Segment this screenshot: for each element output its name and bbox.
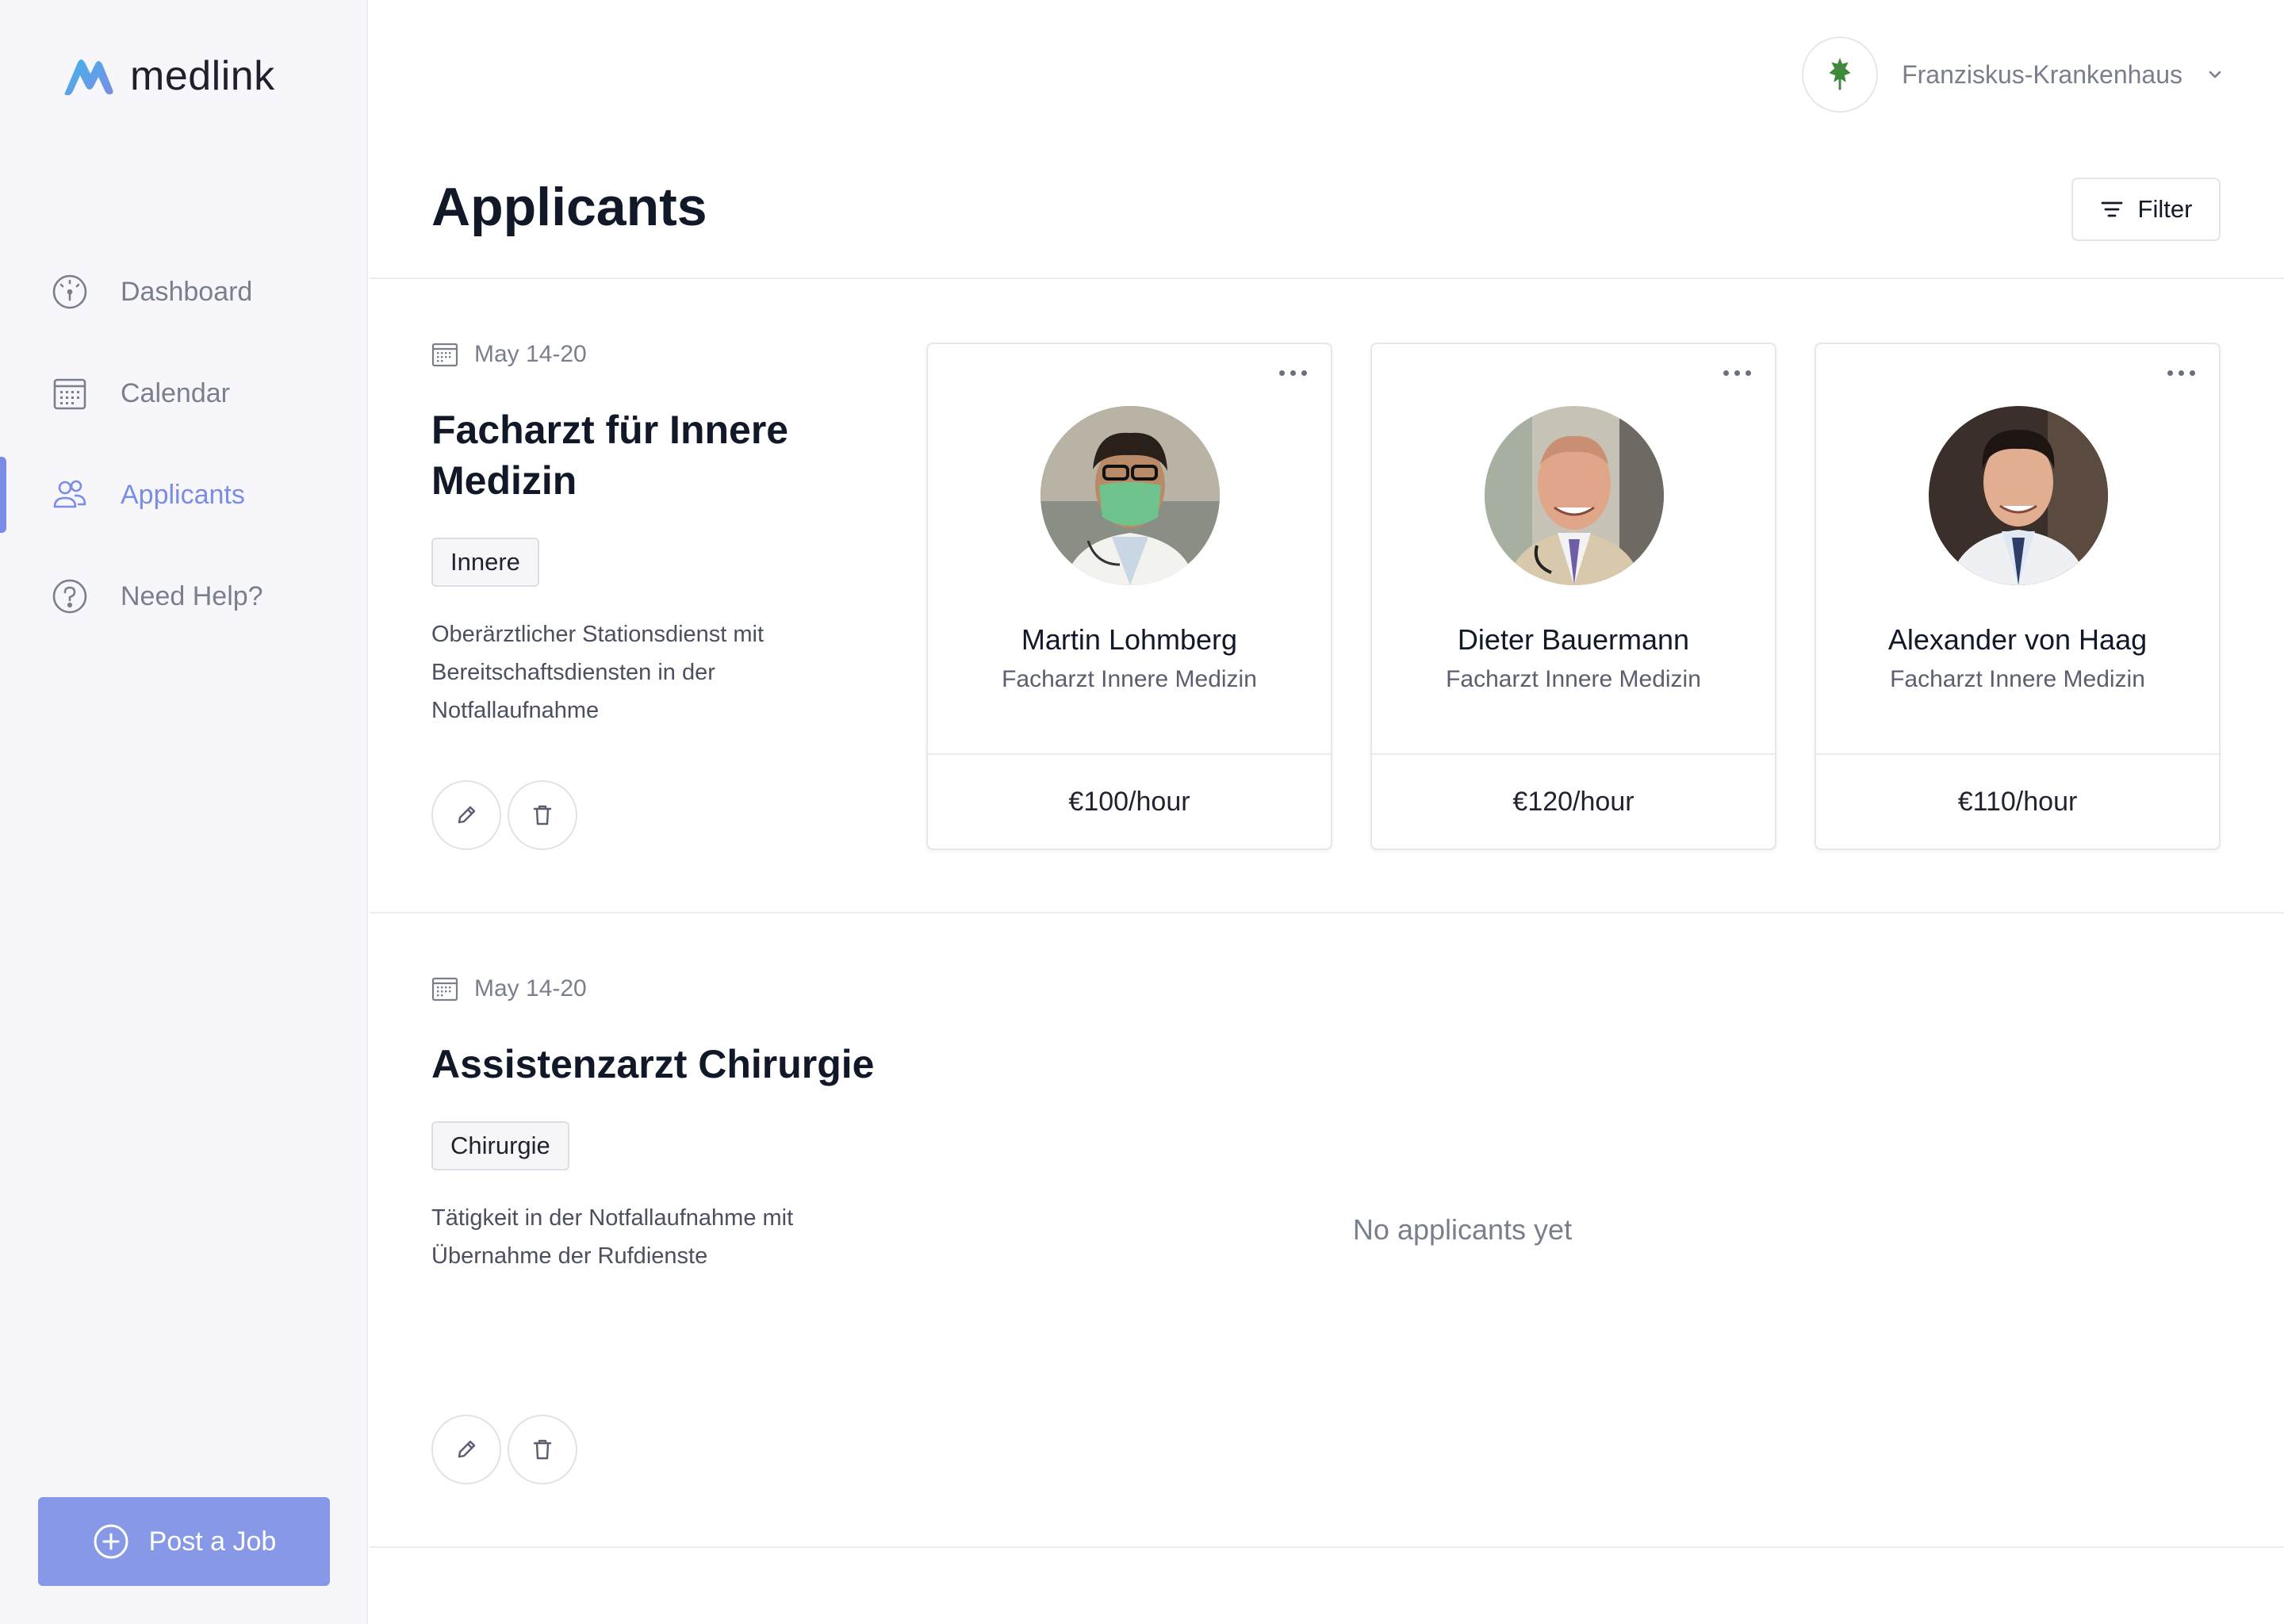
page-title: Applicants [431, 177, 707, 237]
sidebar-item-help[interactable]: Need Help? [0, 558, 368, 634]
applicant-role: Facharzt Innere Medizin [1890, 666, 2145, 692]
filter-icon [2101, 201, 2122, 217]
org-avatar [1802, 36, 1879, 113]
filter-label: Filter [2137, 195, 2193, 223]
applicant-card[interactable]: Alexander von Haag Facharzt Innere Mediz… [1815, 343, 2221, 850]
sidebar-item-label: Calendar [121, 377, 230, 408]
applicant-name: Martin Lohmberg [1021, 623, 1238, 656]
sidebar: medlink Dashboard Calendar Applicants Ne… [0, 0, 368, 1624]
calendar-icon [431, 343, 458, 367]
applicant-photo [1040, 406, 1220, 585]
more-options-icon[interactable] [1274, 358, 1312, 387]
org-name: Franziskus-Krankenhaus [1902, 59, 2182, 89]
hospital-crest-icon [1829, 57, 1851, 90]
section-divider [370, 912, 2284, 914]
job-title: Assistenzarzt Chirurgie [431, 1042, 875, 1086]
sidebar-item-label: Applicants [121, 479, 245, 510]
job-tag: Innere [431, 538, 539, 587]
more-options-icon[interactable] [1718, 358, 1756, 387]
main-content: Franziskus-Krankenhaus Applicants Filter [370, 0, 2284, 1624]
org-switcher[interactable]: Franziskus-Krankenhaus [1802, 36, 2224, 113]
dashboard-gauge-icon [52, 274, 87, 309]
applicant-photo [1485, 406, 1664, 585]
empty-state-text: No applicants yet [1352, 1213, 1573, 1246]
job-date-text: May 14-20 [474, 341, 587, 367]
applicant-role: Facharzt Innere Medizin [1002, 666, 1257, 692]
sidebar-item-calendar[interactable]: Calendar [0, 355, 368, 431]
brand-name: medlink [130, 53, 275, 99]
applicant-card[interactable]: Dieter Bauermann Facharzt Innere Medizin… [1370, 343, 1776, 850]
job-title: Facharzt für Innere Medizin [431, 408, 789, 503]
job-listing: May 14-20 Facharzt für Innere Medizin In… [431, 341, 876, 730]
post-job-button[interactable]: Post a Job [38, 1497, 330, 1586]
card-divider [1816, 753, 2219, 755]
job-actions [431, 780, 577, 850]
applicant-role: Facharzt Innere Medizin [1446, 666, 1701, 692]
plus-circle-icon [94, 1524, 128, 1559]
edit-button[interactable] [431, 1415, 501, 1484]
sidebar-item-applicants[interactable]: Applicants [0, 457, 368, 533]
app-root: medlink Dashboard Calendar Applicants Ne… [0, 0, 2284, 1624]
applicant-name: Dieter Bauermann [1457, 623, 1690, 656]
applicant-rate: €110/hour [1957, 787, 2078, 817]
section-divider [370, 1546, 2284, 1548]
delete-button[interactable] [508, 780, 577, 850]
sidebar-item-label: Need Help? [121, 580, 263, 611]
avatar [1040, 406, 1220, 585]
pencil-icon [458, 1440, 476, 1458]
applicant-photo [1929, 406, 2108, 585]
pencil-icon [458, 806, 476, 824]
card-divider [1372, 753, 1775, 755]
delete-button[interactable] [508, 1415, 577, 1484]
applicant-rate: €100/hour [1068, 787, 1190, 817]
card-divider [928, 753, 1331, 755]
filter-button[interactable]: Filter [2071, 178, 2221, 241]
post-job-label: Post a Job [148, 1526, 277, 1557]
medlink-logo-icon [64, 59, 113, 96]
job-date: May 14-20 [431, 341, 876, 368]
users-icon [53, 480, 86, 508]
avatar [1485, 406, 1664, 585]
brand-logo[interactable]: medlink [60, 52, 275, 100]
applicant-name: Alexander von Haag [1887, 623, 2148, 656]
job-date-text: May 14-20 [474, 975, 587, 1002]
job-actions [431, 1415, 577, 1484]
job-tag: Chirurgie [431, 1121, 569, 1170]
job-listing: May 14-20 Assistenzarzt Chirurgie Chirur… [431, 975, 876, 1275]
trash-icon [533, 1439, 552, 1460]
avatar [1929, 406, 2108, 585]
job-description: Tätigkeit in der Notfallaufnahme mit Übe… [431, 1205, 794, 1269]
sidebar-item-label: Dashboard [121, 276, 253, 307]
applicant-card[interactable]: Martin Lohmberg Facharzt Innere Medizin … [926, 343, 1332, 850]
chevron-down-icon [2209, 71, 2221, 79]
calendar-icon [53, 378, 86, 410]
job-date: May 14-20 [431, 975, 876, 1002]
edit-button[interactable] [431, 780, 501, 850]
job-description: Oberärztlicher Stationsdienst mit Bereit… [431, 622, 765, 723]
trash-icon [533, 805, 552, 825]
calendar-icon [431, 977, 458, 1002]
sidebar-item-dashboard[interactable]: Dashboard [0, 254, 368, 330]
help-circle-icon [52, 579, 87, 614]
sidebar-nav: Dashboard Calendar Applicants Need Help? [0, 254, 368, 660]
more-options-icon[interactable] [2162, 358, 2200, 387]
applicant-rate: €120/hour [1512, 787, 1634, 817]
header-divider [370, 278, 2284, 279]
